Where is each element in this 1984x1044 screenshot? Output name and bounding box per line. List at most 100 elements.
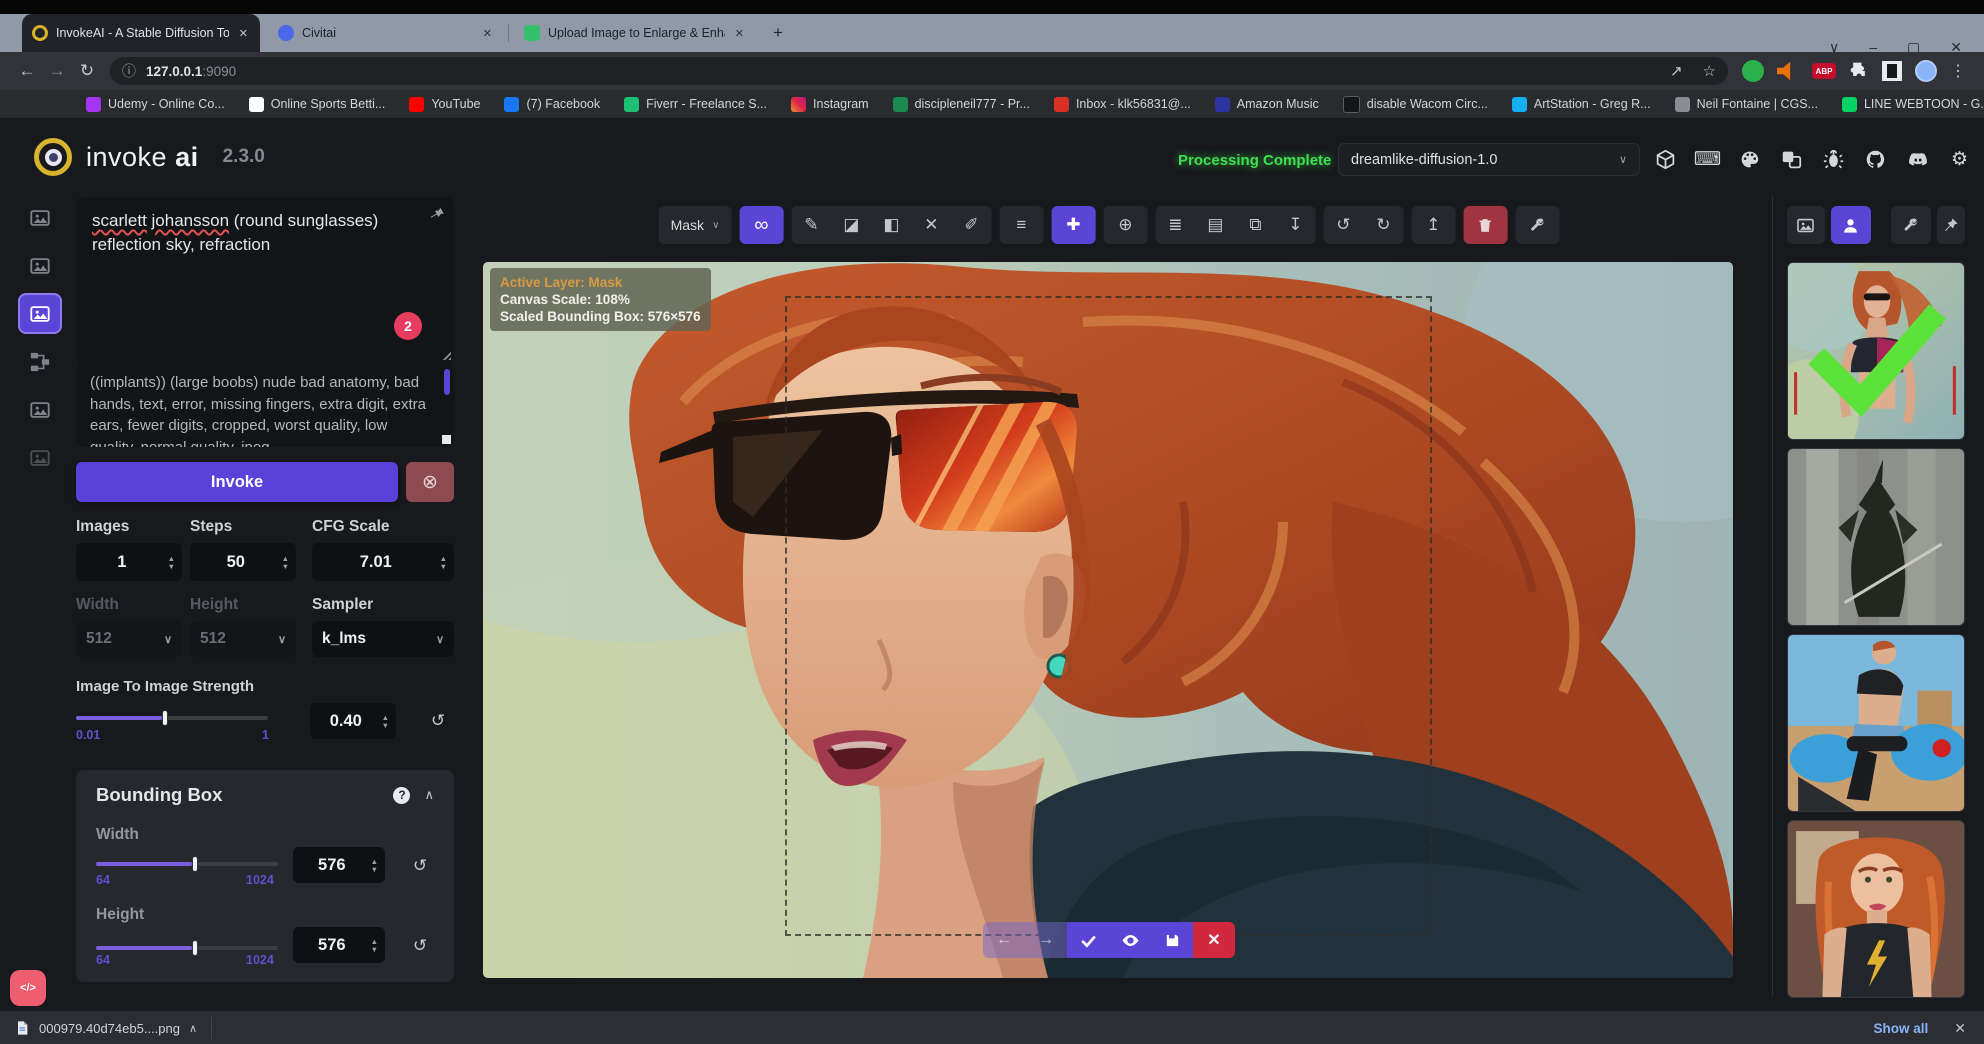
settings-gear-icon[interactable]: ⚙ <box>1948 148 1971 171</box>
i2i-strength-slider[interactable] <box>76 716 268 720</box>
width-select[interactable]: 512 ∨ <box>76 621 182 657</box>
download-chevron-icon[interactable]: ∧ <box>189 1022 197 1035</box>
save-to-gallery-icon[interactable]: ▤ <box>1195 206 1235 244</box>
bookmark-neil-fontaine[interactable]: Neil Fontaine | CGS... <box>1675 97 1818 112</box>
browser-menu-icon[interactable]: ⋮ <box>1950 61 1966 81</box>
save-floppy-icon[interactable] <box>1151 922 1193 958</box>
forward-button[interactable]: → <box>42 61 72 81</box>
bbox-height-slider[interactable] <box>96 946 278 950</box>
i2i-reset-button[interactable]: ↺ <box>424 707 452 735</box>
download-item[interactable]: 000979.40d74eb5....png ∧ <box>0 1011 211 1044</box>
bookmark-amazon-music[interactable]: Amazon Music <box>1215 97 1319 112</box>
bookmark-inbox[interactable]: Inbox - klk56831@... <box>1054 97 1191 112</box>
mask-enable-button[interactable]: ∞ <box>739 206 783 244</box>
grammarly-extension-icon[interactable] <box>1742 60 1764 82</box>
slider-thumb[interactable] <box>192 856 198 872</box>
console-toggle-button[interactable]: </> <box>10 970 46 1006</box>
gallery-thumbnail[interactable] <box>1787 448 1965 626</box>
tab-close-icon[interactable]: ✕ <box>237 27 250 40</box>
bookmark-star-icon[interactable]: ☆ <box>1703 62 1716 80</box>
bbox-height-reset-button[interactable]: ↺ <box>406 932 434 960</box>
back-button[interactable]: ← <box>12 61 42 81</box>
model-manager-cube-icon[interactable] <box>1654 148 1677 171</box>
copy-to-clipboard-icon[interactable]: ⧉ <box>1235 206 1275 244</box>
stepper-arrows[interactable]: ▲▼ <box>371 938 385 953</box>
bw-extension-icon[interactable] <box>1882 61 1902 81</box>
cancel-button[interactable]: ⊗ <box>406 462 454 502</box>
bounding-box-overlay[interactable] <box>785 296 1432 936</box>
bbox-width-slider[interactable] <box>96 862 278 866</box>
bounding-box-header[interactable]: Bounding Box ? ∧ <box>96 784 434 806</box>
bookmark-youtube[interactable]: YouTube <box>409 97 480 112</box>
show-all-link[interactable]: Show all <box>1874 1021 1929 1036</box>
address-bar[interactable]: ⓘ 127.0.0.1 :9090 ↗ ☆ <box>110 57 1728 85</box>
layer-select[interactable]: Mask ∨ <box>659 206 732 244</box>
report-bug-icon[interactable] <box>1822 148 1845 171</box>
gallery-thumbnail[interactable] <box>1787 634 1965 812</box>
model-select[interactable]: dreamlike-diffusion-1.0 ∨ <box>1338 143 1640 176</box>
tab-text-to-image[interactable] <box>18 197 62 238</box>
theme-palette-icon[interactable] <box>1738 148 1761 171</box>
previous-image-button[interactable]: ← <box>983 922 1025 958</box>
gallery-thumbnail-selected[interactable] <box>1787 262 1965 440</box>
bookmark-udemy[interactable]: Udemy - Online Co... <box>86 97 225 112</box>
profile-avatar[interactable] <box>1915 60 1937 82</box>
accept-check-icon[interactable] <box>1067 922 1109 958</box>
github-icon[interactable] <box>1864 148 1887 171</box>
site-info-icon[interactable]: ⓘ <box>122 61 136 81</box>
tab-upload-image[interactable]: Upload Image to Enlarge & Enha ✕ <box>514 14 756 52</box>
extensions-puzzle-icon[interactable] <box>1849 61 1869 81</box>
show-hide-eye-icon[interactable] <box>1109 922 1151 958</box>
erase-bounding-box-icon[interactable]: ✕ <box>911 206 951 244</box>
bbox-width-input[interactable]: 576 ▲▼ <box>293 847 385 883</box>
reload-button[interactable]: ↻ <box>72 61 102 81</box>
invoke-button[interactable]: Invoke <box>76 462 398 502</box>
brush-options-icon[interactable]: ≡ <box>999 206 1043 244</box>
collapse-chevron-icon[interactable]: ∧ <box>424 787 434 803</box>
tab-invokeai[interactable]: InvokeAI - A Stable Diffusion Too ✕ <box>22 14 260 52</box>
steps-input[interactable]: 50 ▲▼ <box>190 543 296 581</box>
negative-prompt-input[interactable]: ((implants)) (large boobs) nude bad anat… <box>76 363 454 447</box>
mute-speaker-extension-icon[interactable] <box>1777 60 1799 82</box>
tab-close-icon[interactable]: ✕ <box>733 27 746 40</box>
canvas-settings-wrench-icon[interactable] <box>1515 206 1559 244</box>
tab-post-processing[interactable] <box>18 389 62 430</box>
slider-thumb[interactable] <box>192 940 198 956</box>
bookmark-instagram[interactable]: Instagram <box>791 97 869 112</box>
scrollbar-thumb[interactable] <box>444 369 450 395</box>
share-icon[interactable]: ↗ <box>1670 62 1683 80</box>
tab-training[interactable] <box>18 437 62 478</box>
language-translate-icon[interactable] <box>1780 148 1803 171</box>
tab-unified-canvas[interactable] <box>18 293 62 334</box>
help-icon[interactable]: ? <box>393 787 410 804</box>
sampler-select[interactable]: k_lms ∨ <box>312 621 454 657</box>
tab-image-to-image[interactable] <box>18 245 62 286</box>
bookmark-online-sports[interactable]: Online Sports Betti... <box>249 97 386 112</box>
merge-layers-icon[interactable]: ≣ <box>1155 206 1195 244</box>
tab-civitai[interactable]: Civitai ✕ <box>268 14 504 52</box>
clear-canvas-trash-icon[interactable] <box>1463 206 1507 244</box>
gallery-images-icon[interactable] <box>1787 206 1825 244</box>
slider-thumb[interactable] <box>162 710 168 726</box>
gallery-person-icon[interactable] <box>1831 206 1871 244</box>
bookmark-facebook[interactable]: (7) Facebook <box>504 97 600 112</box>
brush-tool-icon[interactable]: ✎ <box>791 206 831 244</box>
new-tab-button[interactable]: + <box>766 22 790 46</box>
bbox-height-input[interactable]: 576 ▲▼ <box>293 927 385 963</box>
cfg-scale-input[interactable]: 7.01 ▲▼ <box>312 543 454 581</box>
bookmark-wacom[interactable]: disable Wacom Circ... <box>1343 96 1488 113</box>
images-input[interactable]: 1 ▲▼ <box>76 543 182 581</box>
move-tool-button[interactable]: ✚ <box>1051 206 1095 244</box>
stepper-arrows[interactable]: ▲▼ <box>440 555 454 570</box>
fill-bounding-box-icon[interactable]: ◧ <box>871 206 911 244</box>
discord-icon[interactable] <box>1906 148 1929 171</box>
bbox-width-reset-button[interactable]: ↺ <box>406 852 434 880</box>
undo-icon[interactable]: ↺ <box>1323 206 1363 244</box>
canvas-image[interactable] <box>483 262 1733 978</box>
color-picker-icon[interactable]: ✐ <box>951 206 991 244</box>
stepper-arrows[interactable]: ▲▼ <box>282 555 296 570</box>
next-image-button[interactable]: → <box>1025 922 1067 958</box>
discard-x-button[interactable]: ✕ <box>1193 922 1235 958</box>
download-bar-close-icon[interactable]: ✕ <box>1954 1020 1966 1037</box>
gallery-thumbnail[interactable] <box>1787 820 1965 998</box>
